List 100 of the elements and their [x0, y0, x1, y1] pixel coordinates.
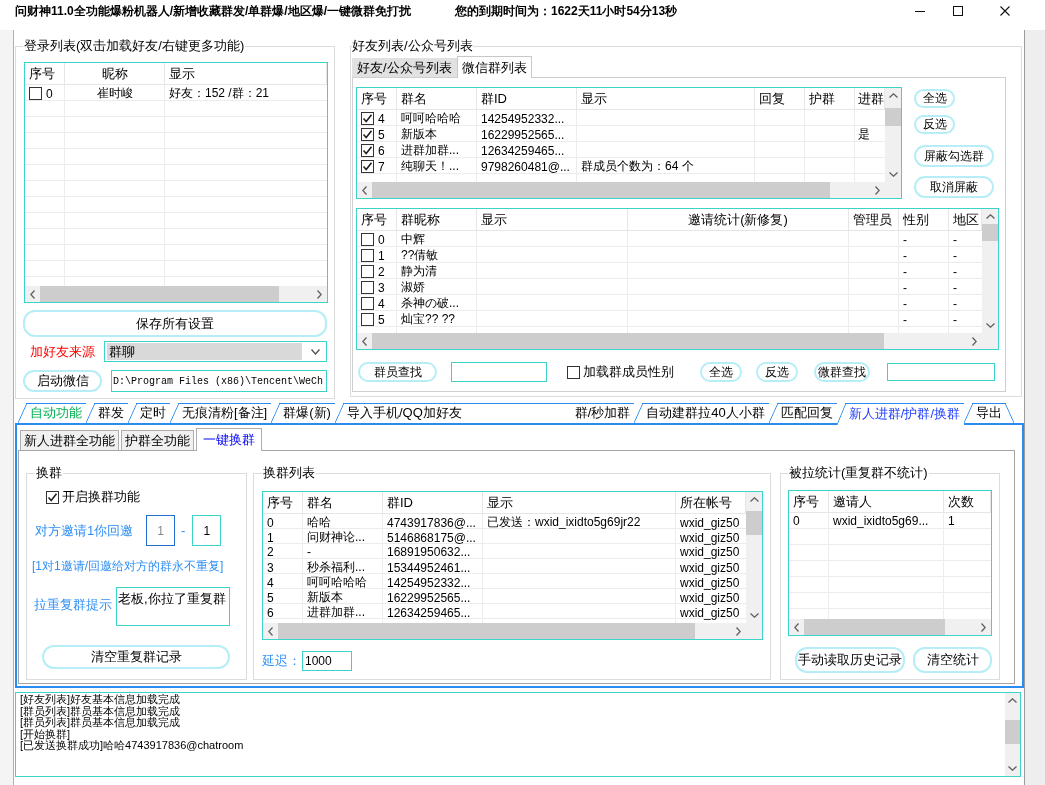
checkbox[interactable] — [361, 112, 374, 125]
column-header[interactable]: 显示 — [483, 492, 676, 514]
checkbox[interactable] — [361, 281, 374, 294]
checkbox[interactable] — [361, 313, 374, 326]
group-search-button[interactable]: 微群查找 — [814, 362, 870, 382]
tab[interactable]: 新人进群全功能 — [20, 430, 119, 450]
scroll-left-icon[interactable] — [30, 289, 35, 299]
horizontal-scrollbar[interactable] — [25, 286, 327, 302]
member-search-button[interactable]: 群员查找 — [358, 362, 437, 382]
scrollbar-thumb[interactable] — [804, 619, 946, 635]
checkbox[interactable] — [361, 233, 374, 246]
search-field[interactable] — [887, 363, 995, 381]
tab[interactable]: 导出 — [964, 403, 1014, 423]
tab[interactable]: 微信群列表 — [456, 56, 532, 78]
checkbox[interactable] — [361, 160, 374, 173]
invert-selection-button[interactable]: 反选 — [914, 115, 955, 134]
read-history-button[interactable]: 手动读取历史记录 — [795, 647, 905, 673]
column-header[interactable]: 昵称 — [65, 63, 165, 85]
scroll-right-icon[interactable] — [981, 622, 986, 632]
checkbox[interactable] — [361, 297, 374, 310]
clear-records-button[interactable]: 清空重复群记录 — [42, 645, 230, 669]
scroll-up-icon[interactable] — [888, 93, 898, 98]
block-checked-button[interactable]: 屏蔽勾选群 — [914, 145, 994, 167]
scroll-up-icon[interactable] — [749, 497, 759, 502]
column-header[interactable]: 群名 — [303, 492, 383, 514]
horizontal-scrollbar[interactable] — [357, 333, 982, 349]
column-header[interactable]: 邀请人 — [829, 491, 944, 513]
checkbox[interactable] — [46, 490, 59, 504]
source-dropdown[interactable]: 群聊 — [104, 341, 327, 362]
tab[interactable]: 自动建群拉40人小群 — [634, 403, 769, 423]
scroll-right-icon[interactable] — [317, 289, 322, 299]
scroll-left-icon[interactable] — [794, 622, 799, 632]
column-header[interactable]: 序号 — [263, 492, 303, 514]
tab[interactable]: 好友/公众号列表 — [352, 58, 457, 77]
scroll-right-icon[interactable] — [875, 185, 880, 195]
tab[interactable]: 一键换群 — [196, 428, 262, 451]
maximize-icon[interactable] — [953, 6, 963, 16]
column-header[interactable]: 显示 — [577, 88, 755, 110]
checkbox[interactable] — [567, 365, 580, 379]
tab[interactable]: 定时 — [128, 403, 170, 423]
column-header[interactable]: 序号 — [25, 63, 65, 85]
column-header[interactable]: 邀请统计(新修复) — [628, 209, 849, 231]
scroll-down-icon[interactable] — [985, 323, 995, 328]
scroll-left-icon[interactable] — [362, 336, 367, 346]
tab[interactable]: 无痕清粉[备注] — [170, 403, 272, 423]
scroll-up-icon[interactable] — [1008, 698, 1017, 703]
column-header[interactable]: 性别 — [899, 209, 949, 231]
path-field[interactable]: D:\Program Files (x86)\Tencent\WeCh — [111, 370, 327, 392]
input-field[interactable]: 1000 — [302, 651, 352, 671]
column-header[interactable]: 显示 — [165, 63, 327, 85]
column-header[interactable]: 序号 — [357, 209, 397, 231]
checkbox[interactable] — [361, 249, 374, 262]
tab[interactable]: 匹配回复 — [768, 403, 837, 423]
scroll-up-icon[interactable] — [985, 214, 995, 219]
column-header[interactable]: 群ID — [477, 88, 577, 110]
column-header[interactable]: 回复 — [755, 88, 805, 110]
column-header[interactable]: 管理员 — [849, 209, 899, 231]
tab[interactable]: 导入手机/QQ加好友 群/秒加群 — [334, 403, 635, 423]
tab[interactable]: 群爆(新) — [271, 403, 335, 423]
checkbox[interactable] — [361, 144, 374, 157]
scroll-down-icon[interactable] — [888, 172, 898, 177]
scroll-left-icon[interactable] — [362, 185, 367, 195]
input-field[interactable]: 1 — [146, 515, 175, 546]
scroll-down-icon[interactable] — [749, 613, 759, 618]
tab[interactable]: 护群全功能 — [121, 430, 194, 450]
scroll-down-icon[interactable] — [1008, 766, 1017, 771]
column-header[interactable]: 次数 — [944, 491, 991, 513]
save-settings-button[interactable]: 保存所有设置 — [23, 310, 327, 337]
clear-stats-button[interactable]: 清空统计 — [913, 647, 992, 673]
scrollbar-thumb[interactable] — [40, 286, 280, 302]
checkbox[interactable] — [361, 265, 374, 278]
vertical-scrollbar[interactable] — [1005, 693, 1020, 776]
column-header[interactable]: 群ID — [383, 492, 483, 514]
scroll-left-icon[interactable] — [268, 626, 273, 636]
input-field[interactable] — [451, 362, 547, 382]
checkbox[interactable] — [361, 128, 374, 141]
scrollbar-thumb[interactable] — [982, 224, 998, 241]
scrollbar-thumb[interactable] — [746, 511, 762, 536]
column-header[interactable]: 序号 — [357, 88, 397, 110]
scroll-right-icon[interactable] — [736, 626, 741, 636]
scrollbar-thumb[interactable] — [372, 333, 884, 349]
close-icon[interactable] — [1000, 6, 1010, 16]
column-header[interactable]: 群名 — [397, 88, 477, 110]
tab[interactable]: 新人进群/护群/换群 — [836, 403, 964, 425]
checkbox[interactable] — [29, 87, 42, 100]
unblock-button[interactable]: 取消屏蔽 — [914, 176, 994, 198]
minimize-icon[interactable] — [915, 10, 925, 12]
message-field[interactable]: 老板,你拉了重复群 — [116, 587, 230, 626]
scroll-right-icon[interactable] — [972, 336, 977, 346]
scrollbar-thumb[interactable] — [1005, 719, 1020, 744]
vertical-scrollbar[interactable] — [982, 209, 998, 349]
column-header[interactable]: 护群 — [805, 88, 855, 110]
column-header[interactable]: 序号 — [789, 491, 829, 513]
horizontal-scrollbar[interactable] — [789, 619, 991, 635]
scrollbar-thumb[interactable] — [885, 108, 901, 126]
start-wechat-button[interactable]: 启动微信 — [23, 370, 102, 392]
invert-selection-button[interactable]: 反选 — [756, 362, 798, 382]
input-field[interactable]: 1 — [192, 515, 222, 546]
column-header[interactable]: 群昵称 — [397, 209, 477, 231]
select-all-button[interactable]: 全选 — [700, 362, 742, 382]
